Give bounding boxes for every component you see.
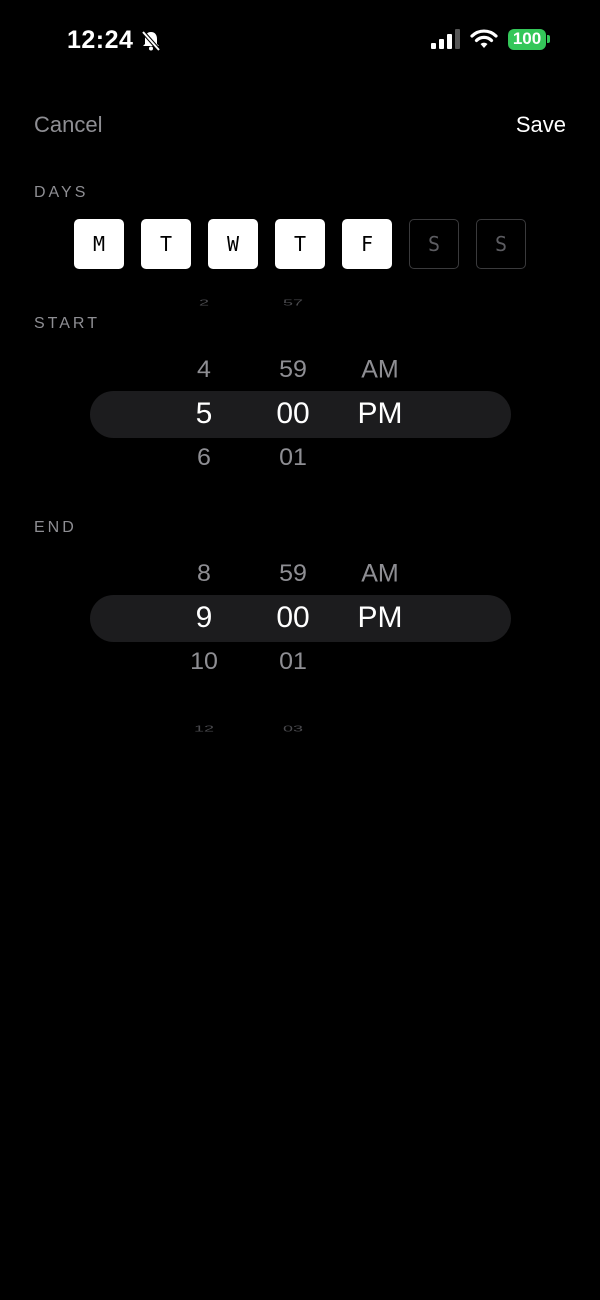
battery-icon: 100 <box>508 28 550 50</box>
status-time-text: 12:24 <box>67 26 134 54</box>
start-hours-option[interactable]: 5 <box>196 397 213 431</box>
day-toggle-5[interactable]: S <box>409 219 459 269</box>
end-period-option[interactable]: PM <box>358 601 403 635</box>
end-minutes-option[interactable]: 03 <box>283 724 303 733</box>
end-period-option[interactable]: AM <box>361 560 399 589</box>
start-period-option[interactable]: AM <box>361 356 399 385</box>
day-toggle-3[interactable]: T <box>275 219 325 269</box>
end-minutes-option[interactable]: 59 <box>279 560 307 588</box>
start-minutes-option[interactable]: 57 <box>283 298 303 307</box>
start-time-picker[interactable]: 234567575859000102AMPM <box>0 288 600 508</box>
end-hours-option[interactable]: 10 <box>190 648 218 676</box>
end-minutes-option[interactable]: 00 <box>276 601 309 635</box>
wifi-icon <box>470 29 498 48</box>
bell-slash-icon <box>141 30 161 51</box>
start-hours-option[interactable]: 4 <box>197 356 211 384</box>
day-toggle-2[interactable]: W <box>208 219 258 269</box>
battery-level: 100 <box>508 28 546 50</box>
end-hours-option[interactable]: 12 <box>194 724 214 733</box>
days-label: DAYS <box>34 184 89 201</box>
start-minutes-option[interactable]: 59 <box>279 356 307 384</box>
days-selector: MTWTFSS <box>74 219 526 269</box>
cellular-signal-icon <box>431 29 460 49</box>
end-hours-option[interactable]: 9 <box>196 601 213 635</box>
end-time-picker[interactable]: 789101112585900010203AMPM <box>0 508 600 744</box>
start-minutes-option[interactable]: 01 <box>279 444 307 472</box>
start-hours-option[interactable]: 6 <box>197 444 211 472</box>
start-period-option[interactable]: PM <box>358 397 403 431</box>
status-time: 12:24 <box>67 26 161 55</box>
save-button[interactable]: Save <box>516 112 566 138</box>
day-toggle-0[interactable]: M <box>74 219 124 269</box>
cancel-button[interactable]: Cancel <box>34 112 102 138</box>
day-toggle-6[interactable]: S <box>476 219 526 269</box>
start-minutes-option[interactable]: 00 <box>276 397 309 431</box>
day-toggle-4[interactable]: F <box>342 219 392 269</box>
status-indicators: 100 <box>431 28 550 50</box>
end-hours-option[interactable]: 8 <box>197 560 211 588</box>
day-toggle-1[interactable]: T <box>141 219 191 269</box>
start-hours-option[interactable]: 2 <box>199 298 209 307</box>
end-minutes-option[interactable]: 01 <box>279 648 307 676</box>
